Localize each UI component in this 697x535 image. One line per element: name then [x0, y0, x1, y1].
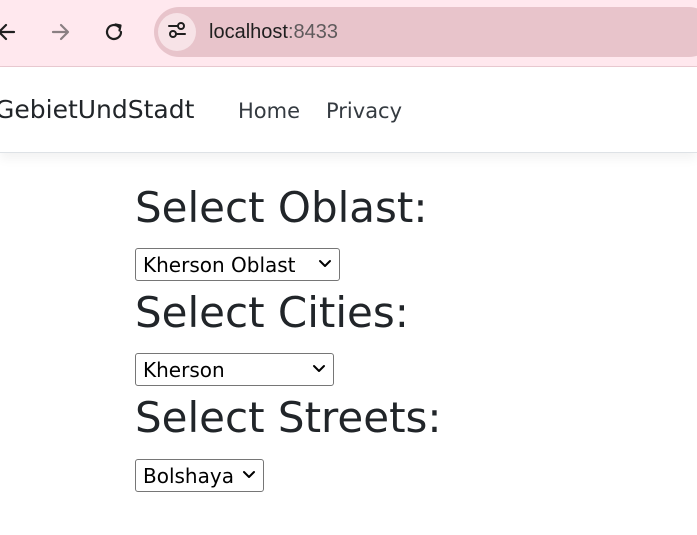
reload-button[interactable]	[99, 17, 129, 47]
url-port: :8433	[287, 21, 338, 43]
cities-selected-value: Kherson	[143, 357, 225, 382]
cities-select[interactable]: Kherson	[135, 353, 334, 386]
streets-selected-value: Bolshaya	[143, 463, 234, 488]
forward-button[interactable]	[45, 17, 75, 47]
browser-toolbar: localhost:8433	[0, 0, 697, 67]
chevron-down-icon	[242, 470, 256, 480]
chevron-down-icon	[312, 364, 326, 374]
url-host: localhost	[209, 21, 288, 43]
arrow-right-icon	[49, 21, 71, 43]
oblast-selected-value: Kherson Oblast	[143, 252, 296, 277]
chevron-down-icon	[318, 259, 332, 269]
arrow-left-icon	[0, 21, 18, 43]
navbar-brand[interactable]: GebietUndStadt	[0, 94, 194, 126]
cities-heading: Select Cities:	[135, 288, 409, 337]
oblast-heading: Select Oblast:	[135, 183, 428, 232]
nav-link-home[interactable]: Home	[238, 97, 300, 125]
streets-select[interactable]: Bolshaya	[135, 459, 264, 492]
nav-link-privacy[interactable]: Privacy	[326, 97, 402, 125]
site-navbar: GebietUndStadt Home Privacy	[0, 67, 697, 153]
site-info-button[interactable]	[158, 13, 196, 51]
back-button[interactable]	[0, 17, 22, 47]
address-bar[interactable]: localhost:8433	[154, 7, 697, 57]
streets-heading: Select Streets:	[135, 393, 442, 442]
reload-icon	[103, 21, 125, 43]
url-text[interactable]: localhost:8433	[209, 21, 338, 43]
site-settings-icon	[166, 19, 188, 45]
oblast-select[interactable]: Kherson Oblast	[135, 248, 340, 281]
